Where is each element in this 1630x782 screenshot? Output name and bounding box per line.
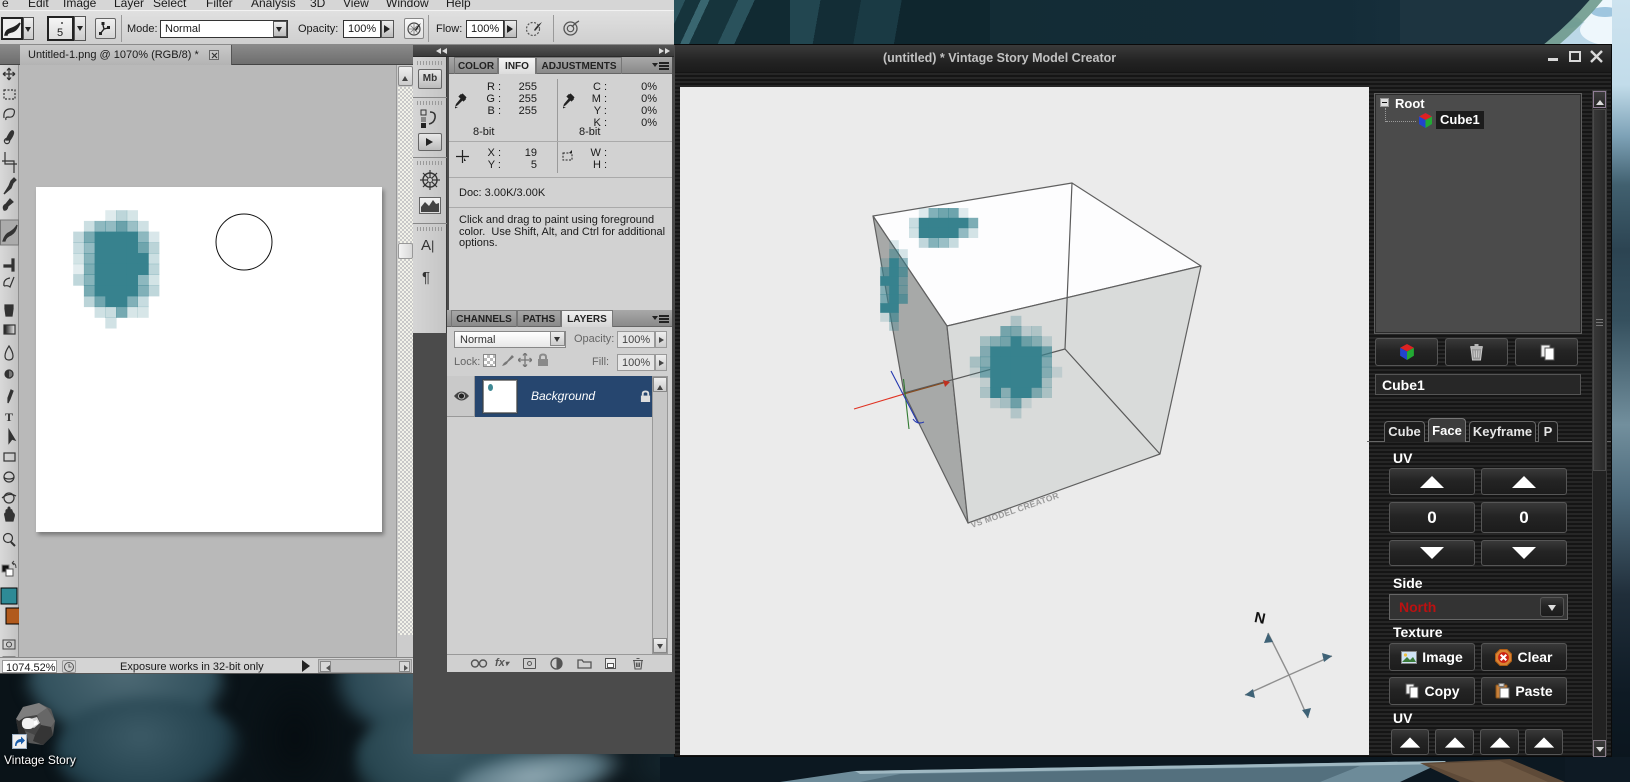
svg-text:N: N xyxy=(1253,609,1267,628)
svg-text:T: T xyxy=(5,410,13,424)
